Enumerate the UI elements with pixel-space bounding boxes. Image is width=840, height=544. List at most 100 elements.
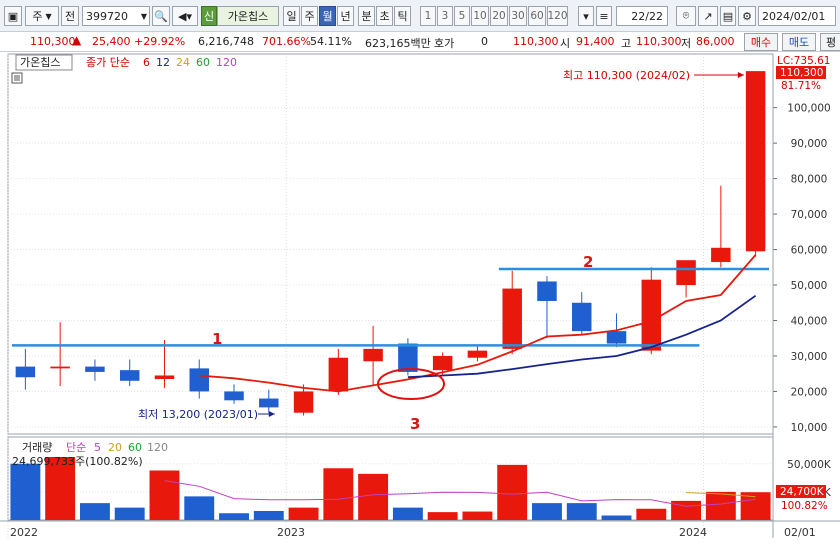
period-tab-4[interactable]: 분	[358, 6, 375, 26]
legend-ma-60: 60	[196, 56, 210, 69]
candle-body-5	[189, 368, 209, 392]
volume-bar-12	[427, 512, 458, 520]
price-change-pct: +29.92%	[134, 35, 186, 48]
interval-button-10[interactable]: 10	[471, 6, 489, 26]
binoculars-icon[interactable]: ⌾	[676, 6, 696, 26]
quote-price: 110,300	[513, 35, 559, 48]
interval-button-3[interactable]: 3	[437, 6, 453, 26]
sell-button[interactable]: 매도	[782, 33, 816, 51]
candle-body-3	[119, 370, 140, 381]
stock-chart[interactable]: 10,000 20,000 30,000 40,000 50,000 60,000 70,0…	[0, 52, 840, 541]
legend-ma-120: 120	[216, 56, 237, 69]
save-icon[interactable]: ▤	[720, 6, 736, 26]
candle-body-15	[537, 281, 557, 301]
layout-icon[interactable]: ▣	[4, 6, 22, 26]
chevron-down-icon: ▼	[45, 11, 52, 21]
volume-bar-11	[392, 507, 423, 520]
legend-ma-24: 24	[176, 56, 190, 69]
high-label: 고	[621, 37, 632, 50]
menu-icon[interactable]: ≡	[596, 6, 612, 26]
volume-bar-10	[358, 473, 389, 520]
high-value: 110,300	[636, 35, 682, 48]
market-select-value: 주	[32, 10, 43, 23]
period-tab-2[interactable]: 월	[319, 6, 336, 26]
current-price: 110,300	[30, 35, 76, 48]
candle-body-13	[467, 350, 488, 358]
candle-body-20	[711, 247, 731, 262]
open-value: 91,400	[576, 35, 615, 48]
volume-bar-20	[705, 491, 736, 520]
prefix-button[interactable]: 전	[61, 6, 79, 26]
volume-bar-6	[219, 513, 249, 520]
candle-body-12	[432, 355, 453, 371]
legend-ma-6: 6	[143, 56, 150, 69]
price-tick-label-0: 10,000	[791, 422, 828, 434]
volume-bar-17	[601, 515, 632, 520]
quote-bar: 110,300 ▲ 25,400 +29.92% 6,216,748 701.6…	[0, 32, 840, 52]
interval-button-20[interactable]: 20	[490, 6, 508, 26]
volume-bar-0	[10, 463, 41, 520]
buy-button[interactable]: 매수	[744, 33, 778, 51]
open-label: 시	[560, 37, 571, 50]
market-select[interactable]: 주 ▼	[25, 6, 59, 26]
sound-icon[interactable]: ◀▾	[172, 6, 198, 26]
volume-bar-19	[671, 500, 702, 520]
volume-tag-pct: 100.82%	[781, 500, 828, 512]
period-tab-3[interactable]: 년	[337, 6, 354, 26]
stock-badge: 신	[201, 6, 217, 26]
legend-stock-name: 가온칩스	[20, 56, 60, 69]
x-label-2024: 2024	[679, 526, 707, 539]
chevron-down-icon[interactable]: ▼	[141, 12, 147, 21]
volume-tag: 24,700K	[780, 486, 825, 498]
resistance-label-2: 2	[583, 253, 593, 271]
period-tab-0[interactable]: 일	[283, 6, 300, 26]
candle-body-10	[363, 348, 383, 362]
volume-current-value: 24,699,733주(100.82%)	[12, 455, 143, 468]
period-tab-1[interactable]: 주	[301, 6, 318, 26]
chart-area[interactable]: 10,000 20,000 30,000 40,000 50,000 60,000 70,0…	[0, 52, 840, 541]
price-tick-label-6: 70,000	[791, 209, 828, 221]
candle-body-6	[224, 391, 244, 401]
x-label-2022: 2022	[10, 526, 38, 539]
eval-button[interactable]: 평	[820, 33, 840, 51]
volume-bar-16	[566, 503, 597, 520]
period-tab-6[interactable]: 틱	[394, 6, 411, 26]
volume-bar-3	[114, 507, 145, 520]
quote-value: 0	[481, 35, 488, 48]
low-value: 86,000	[696, 35, 735, 48]
volume-ma-5: 5	[94, 441, 101, 454]
volume-bar-18	[636, 508, 667, 520]
volume-label: 거래량	[22, 441, 52, 454]
interval-button-1[interactable]: 1	[420, 6, 436, 26]
low-label: 저	[681, 37, 692, 50]
circle-label-3: 3	[410, 415, 420, 433]
volume-bar-13	[462, 511, 493, 520]
candle-body-8	[293, 391, 314, 413]
period-tab-5[interactable]: 초	[376, 6, 393, 26]
candle-body-4	[154, 375, 175, 380]
date-input[interactable]: 2024/02/01	[758, 6, 836, 26]
interval-button-30[interactable]: 30	[509, 6, 527, 26]
search-icon[interactable]: 🔍	[152, 6, 170, 26]
lc-label: LC:735.61	[777, 55, 830, 67]
volume-bar-5	[184, 496, 215, 520]
x-label-2023: 2023	[277, 526, 305, 539]
price-change: 25,400	[92, 35, 131, 48]
price-tick-label-4: 50,000	[791, 280, 828, 292]
interval-button-120[interactable]: 120	[547, 6, 568, 26]
candle-body-18	[641, 279, 662, 351]
candle-body-16	[572, 302, 592, 332]
stock-code-input[interactable]: 399720 ▼	[82, 6, 150, 26]
interval-button-60[interactable]: 60	[528, 6, 546, 26]
list-icon[interactable]: ▾	[578, 6, 594, 26]
drawing-icon[interactable]: ↗	[698, 6, 718, 26]
page-counter[interactable]: 22/22	[616, 6, 668, 26]
interval-button-5[interactable]: 5	[454, 6, 470, 26]
candle-body-0	[15, 366, 36, 378]
gear-icon[interactable]: ⚙	[738, 6, 756, 26]
x-label-current-date: 02/01	[784, 526, 816, 539]
volume-bar-2	[79, 503, 110, 520]
price-tick-label-3: 40,000	[791, 315, 828, 327]
price-tick-label-9: 100,000	[787, 103, 830, 115]
stock-name[interactable]: 가온칩스	[217, 6, 279, 26]
